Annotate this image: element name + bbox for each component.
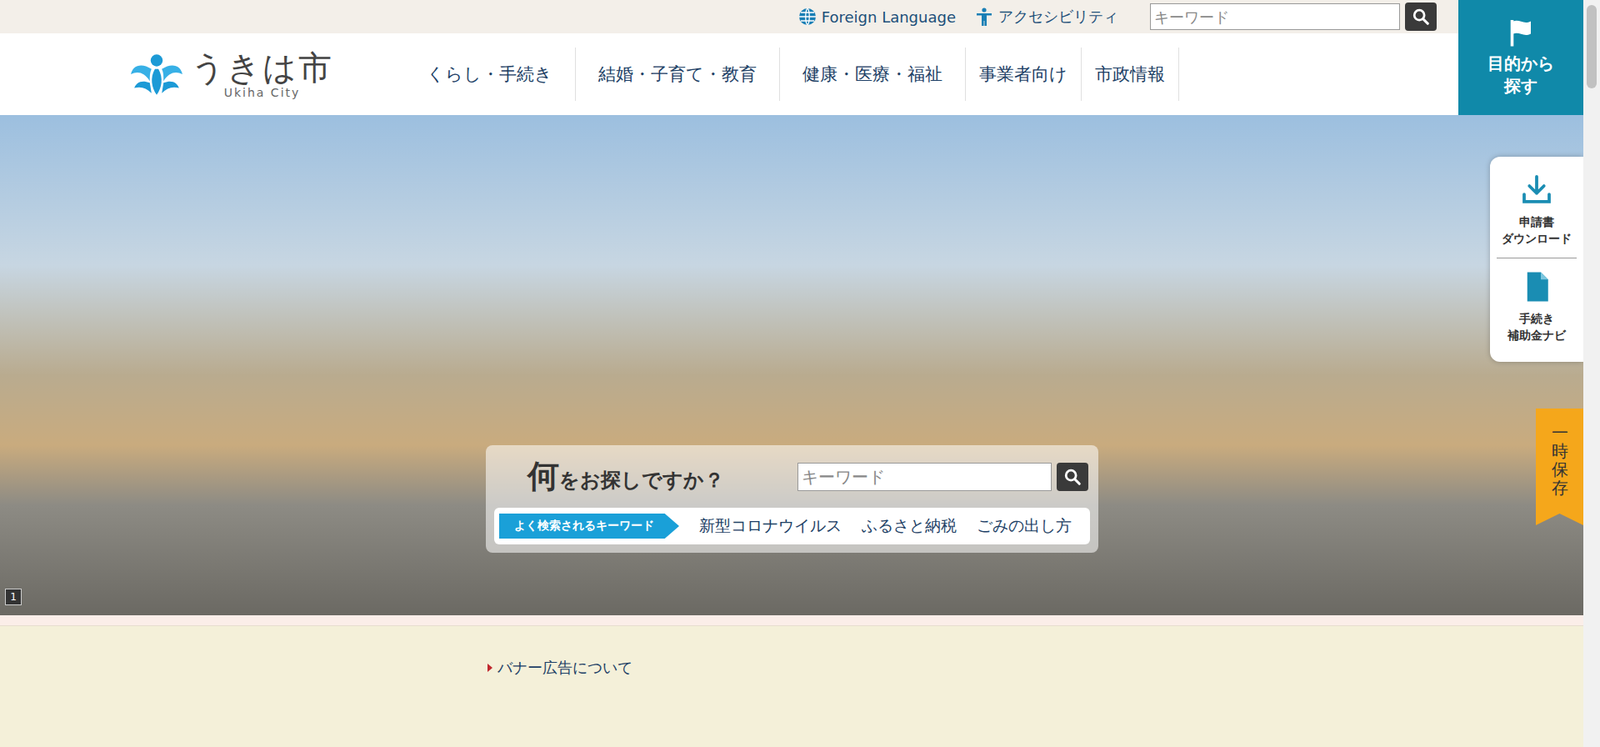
top-bar: Foreign Language アクセシビリティ [0, 0, 1459, 34]
hero-search-input[interactable] [797, 462, 1052, 491]
logo[interactable]: うきは市Ukiha City [129, 49, 405, 100]
hero-search-button[interactable] [1056, 462, 1089, 491]
top-search-button[interactable] [1405, 2, 1437, 31]
popular-keywords: よく検索されるキーワード新型コロナウイルスふるさと納税ごみの出し方 [494, 507, 1090, 545]
globe-icon [797, 6, 818, 27]
nav-item[interactable]: くらし・手続き [404, 47, 576, 101]
document-icon [1520, 270, 1554, 304]
nav-item[interactable]: 市政情報 [1081, 47, 1180, 101]
flag-icon [1505, 17, 1536, 48]
keyword-link[interactable]: 新型コロナウイルス [699, 515, 842, 537]
nav-item[interactable]: 健康・医療・福祉 [780, 47, 966, 101]
hero-search-panel: 何をお探しですか？ よく検索されるキーワード新型コロナウイルスふるさと納税ごみの出… [485, 445, 1099, 553]
top-search-input[interactable] [1150, 3, 1400, 30]
side-panel: 申請書ダウンロード手続き補助金ナビ [1490, 156, 1584, 362]
magnifier-icon [1063, 467, 1082, 486]
nav-item[interactable]: 事業者向け [965, 47, 1082, 101]
accessibility-person-icon [974, 6, 995, 27]
scrollbar-thumb[interactable] [1586, 5, 1597, 89]
hero-photo: 1 何をお探しですか？ よく検索されるキーワード新型コロナウイルスふるさと納税ごみの… [0, 115, 1584, 615]
header-bar: うきは市Ukiha City くらし・手続き結婚・子育て・教育健康・医療・福祉事業… [0, 33, 1459, 115]
purpose-search-button[interactable]: 目的から探す [1458, 0, 1584, 115]
hero-search-field [797, 462, 1089, 491]
hero-search-title: 何をお探しですか？ [527, 455, 725, 498]
banner-area: バナー広告について [0, 625, 1584, 747]
page: Foreign Languageアクセシビリティ目的から探すうきは市Ukiha … [0, 0, 1600, 747]
scrollbar[interactable] [1583, 0, 1600, 747]
top-link[interactable]: Foreign Language [797, 6, 956, 27]
site-header: Foreign Languageアクセシビリティ目的から探すうきは市Ukiha … [0, 0, 1584, 115]
slide-counter[interactable]: 1 [5, 588, 22, 605]
keyword-link[interactable]: ふるさと納税 [861, 515, 957, 537]
popular-keywords-label: よく検索されるキーワード [499, 513, 680, 539]
nav-item[interactable]: 結婚・子育て・教育 [575, 47, 780, 101]
triangle-icon [487, 663, 493, 672]
city-emblem-icon [129, 50, 185, 99]
side-panel-item[interactable]: 申請書ダウンロード [1490, 165, 1584, 258]
main: Foreign Languageアクセシビリティ目的から探すうきは市Ukiha … [0, 0, 1584, 747]
global-nav: くらし・手続き結婚・子育て・教育健康・医療・福祉事業者向け市政情報 [404, 47, 1180, 101]
top-search [1150, 2, 1437, 31]
magnifier-icon [1411, 7, 1430, 26]
side-panel-item[interactable]: 手続き補助金ナビ [1496, 257, 1577, 355]
keyword-link[interactable]: ごみの出し方 [976, 515, 1072, 537]
divider-strip [0, 615, 1584, 626]
save-tab[interactable]: 一時保存 [1535, 408, 1584, 525]
download-icon [1520, 173, 1554, 207]
top-link[interactable]: アクセシビリティ [974, 6, 1119, 27]
logo-text: うきは市Ukiha City [190, 49, 334, 100]
hero-search-row: 何をお探しですか？ [494, 455, 1090, 498]
banner-ad-link[interactable]: バナー広告について [487, 657, 633, 678]
